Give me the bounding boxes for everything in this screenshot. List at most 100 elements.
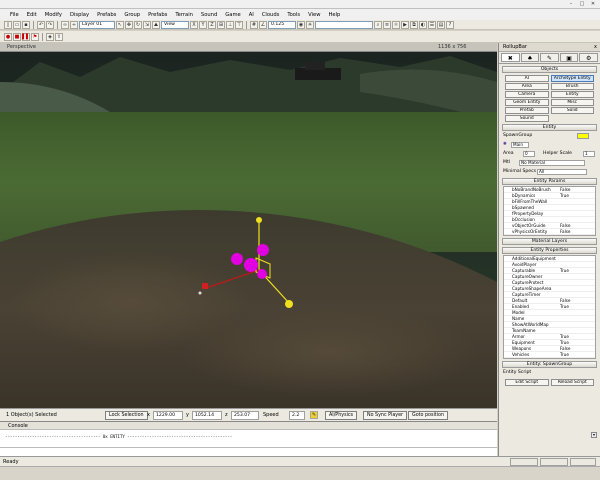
axis-z-icon[interactable]: Z — [208, 20, 216, 29]
trackview-icon[interactable]: ▶ — [401, 20, 409, 29]
maximize-icon[interactable]: □ — [577, 1, 587, 8]
unlink-icon[interactable]: ÷ — [70, 20, 78, 29]
menu-modify[interactable]: Modify — [41, 12, 66, 18]
object-prefab-button[interactable]: Prefab — [505, 107, 549, 114]
angle-snap-icon[interactable]: ∠ — [259, 20, 267, 29]
record-icon[interactable]: ● — [4, 32, 12, 41]
rotate-icon[interactable]: ↻ — [134, 20, 142, 29]
x-coordinate-field[interactable]: 1229.00 — [153, 411, 183, 420]
edit-script-button[interactable]: Edit Script — [505, 379, 549, 386]
main-field[interactable]: Main — [511, 142, 529, 148]
layer-select[interactable]: Layer 01 — [79, 20, 115, 29]
stop-icon[interactable]: ■ — [13, 32, 21, 41]
redo-icon[interactable]: ↷ — [46, 20, 54, 29]
area-field[interactable]: 0 — [523, 151, 535, 157]
object-camera-button[interactable]: Camera — [505, 91, 549, 98]
minimal-specs-select[interactable]: All — [537, 169, 587, 175]
menu-group[interactable]: Group — [120, 12, 144, 18]
reload-script-button[interactable]: Reload Script — [550, 379, 594, 386]
menu-ai[interactable]: AI — [245, 12, 258, 18]
tab-objects[interactable]: ✖ — [501, 53, 520, 62]
object-area-button[interactable]: Area — [505, 83, 549, 90]
view-select[interactable]: View — [161, 20, 189, 29]
undo-icon[interactable]: ↶ — [37, 20, 45, 29]
terrain-follow-icon[interactable]: ✎ — [310, 411, 318, 419]
object-entity-button[interactable]: Entity — [550, 91, 594, 98]
object-sound-button[interactable]: Sound — [505, 115, 549, 122]
menu-terrain[interactable]: Terrain — [171, 12, 197, 18]
open-folder-icon[interactable]: ▭ — [13, 20, 21, 29]
scale-icon[interactable]: ⇲ — [143, 20, 151, 29]
selection-name-select[interactable] — [315, 20, 373, 29]
select-arrow-icon[interactable]: ↖ — [116, 20, 124, 29]
objects-section-head[interactable]: Objects — [502, 66, 597, 73]
property-row[interactable]: Vehicles True — [504, 352, 595, 358]
menu-tools[interactable]: Tools — [283, 12, 304, 18]
entity-color-swatch[interactable] — [577, 133, 589, 139]
perspective-viewport[interactable] — [0, 52, 497, 408]
terrain-icon[interactable]: ⛰ — [152, 20, 160, 29]
close-icon[interactable]: ✕ — [588, 1, 598, 8]
no-sync-player-button[interactable]: No Sync Player — [363, 411, 408, 420]
close-icon[interactable]: x — [594, 43, 597, 52]
entity-properties-head[interactable]: Entity Properties — [502, 247, 597, 254]
speed-field[interactable]: 2.2 — [289, 411, 305, 420]
axis-xy-icon[interactable]: ⊞ — [217, 20, 225, 29]
scale-select[interactable]: 0.125 — [268, 20, 296, 29]
viewport-label[interactable]: Perspective — [7, 44, 36, 50]
entity-params-head[interactable]: Entity Params — [502, 178, 597, 185]
object-solid-button[interactable]: Solid — [550, 107, 594, 114]
menu-view[interactable]: View — [304, 12, 324, 18]
menu-edit[interactable]: Edit — [23, 12, 41, 18]
object-brush-button[interactable]: Brush — [550, 83, 594, 90]
axis-x-icon[interactable]: X — [190, 20, 198, 29]
material-icon[interactable]: ◐ — [419, 20, 427, 29]
layers-icon[interactable]: ≡ — [383, 20, 391, 29]
menu-sound[interactable]: Sound — [197, 12, 221, 18]
lock-selection-button[interactable]: Lock Selection — [105, 411, 148, 420]
tab-display[interactable]: ▣ — [559, 53, 579, 62]
help-icon[interactable]: ? — [446, 20, 454, 29]
menu-file[interactable]: File — [6, 12, 23, 18]
helper-scale-field[interactable]: 1 — [583, 151, 595, 157]
menu-prefabs-2[interactable]: Prefabs — [144, 12, 171, 18]
physics-icon[interactable]: ⚛ — [392, 20, 400, 29]
axis-y-icon[interactable]: Y — [199, 20, 207, 29]
database-icon[interactable]: ☰ — [428, 20, 436, 29]
object-ai-button[interactable]: AI — [505, 75, 549, 82]
tab-layers[interactable]: ⚙ — [579, 53, 598, 62]
menu-clouds[interactable]: Clouds — [258, 12, 284, 18]
spawn-point-marker[interactable] — [231, 253, 243, 265]
y-coordinate-field[interactable]: 1052.14 — [192, 411, 222, 420]
goto-position-button[interactable]: Goto position — [408, 411, 448, 420]
save-icon[interactable]: ▪ — [22, 20, 30, 29]
property-value[interactable]: True — [560, 352, 569, 357]
move-icon[interactable]: ✥ — [125, 20, 133, 29]
export-icon[interactable]: ⇧ — [55, 32, 63, 41]
pause-icon[interactable]: ▌▌ — [22, 32, 30, 41]
scene-render[interactable] — [0, 52, 497, 408]
entity-section-head[interactable]: Entity — [502, 124, 597, 131]
param-value[interactable]: False — [560, 229, 571, 234]
tab-terrain[interactable]: ♠ — [520, 53, 540, 62]
grid-icon[interactable]: # — [250, 20, 258, 29]
spawn-point-marker[interactable] — [244, 258, 258, 272]
flag-icon[interactable]: ⚑ — [31, 32, 39, 41]
console-input[interactable] — [0, 447, 497, 456]
spawngroup-head[interactable]: Entity: SpawnGroup — [502, 361, 597, 368]
menu-prefabs[interactable]: Prefabs — [93, 12, 120, 18]
scroll-down-icon[interactable]: ▾ — [591, 432, 597, 438]
spawn-point-marker[interactable] — [257, 244, 269, 256]
light-icon[interactable]: ☀ — [306, 20, 314, 29]
axis-x-handle[interactable] — [285, 300, 293, 308]
snap-objects-icon[interactable]: ⊤ — [235, 20, 243, 29]
menu-display[interactable]: Display — [66, 12, 93, 18]
material-layers-head[interactable]: Material Layers — [502, 238, 597, 245]
flowgraph-icon[interactable]: ⧉ — [410, 20, 418, 29]
minimize-icon[interactable]: – — [566, 1, 576, 8]
spawn-point-marker[interactable] — [257, 269, 267, 279]
tab-modeling[interactable]: ✎ — [540, 53, 559, 62]
z-coordinate-field[interactable]: 253.07 — [231, 411, 259, 420]
ai-physics-button[interactable]: AI/Physics — [325, 411, 358, 420]
menu-game[interactable]: Game — [221, 12, 244, 18]
